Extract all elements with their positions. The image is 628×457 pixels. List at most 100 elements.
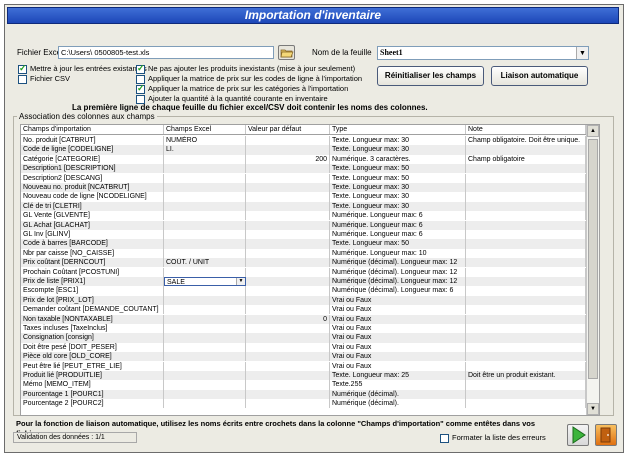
table-row[interactable]: Demander coûtant [DEMANDE_COUTANT] Vrai o…: [21, 305, 599, 315]
sheet-name-select[interactable]: Sheet1 ▼: [377, 46, 589, 60]
table-row[interactable]: Code de ligne [CODELIGNE] LI. Texte. Longu…: [21, 145, 599, 155]
header-excel-field[interactable]: Champs Excel: [164, 125, 246, 134]
excel-field-cell[interactable]: [164, 324, 246, 334]
excel-field-cell[interactable]: [164, 230, 246, 240]
default-value-cell[interactable]: [246, 389, 330, 399]
default-value-cell[interactable]: [246, 201, 330, 211]
default-value-cell[interactable]: [246, 173, 330, 183]
default-value-cell[interactable]: [246, 248, 330, 258]
table-row[interactable]: Nouveau no. produit [NCATBRUT] Texte. Lon…: [21, 183, 599, 193]
table-row[interactable]: GL Achat [GLACHAT] Numérique. Longueur ma…: [21, 220, 599, 230]
table-row[interactable]: Nbr par caisse [NO_CAISSE] Numérique. Lon…: [21, 248, 599, 258]
table-row[interactable]: Nouveau code de ligne [NCODELIGNE] Texte.…: [21, 192, 599, 202]
table-row[interactable]: Pièce old core [OLD_CORE] Vrai ou Faux: [21, 352, 599, 362]
run-import-button[interactable]: [567, 424, 589, 446]
excel-field-cell[interactable]: [164, 173, 246, 183]
default-value-cell[interactable]: [246, 305, 330, 315]
default-value-cell[interactable]: 200: [246, 154, 330, 164]
table-row[interactable]: Prix de lot [PRIX_LOT] Vrai ou Faux: [21, 295, 599, 305]
auto-link-button[interactable]: Liaison automatique: [491, 66, 588, 86]
table-row[interactable]: Mémo [MEMO_ITEM] Texte.255: [21, 380, 599, 390]
excel-field-cell[interactable]: [164, 164, 246, 174]
default-value-cell[interactable]: 0: [246, 314, 330, 324]
table-row[interactable]: Code à barres [BARCODE] Texte. Longueur m…: [21, 239, 599, 249]
default-value-cell[interactable]: [246, 399, 330, 409]
excel-field-cell[interactable]: [164, 389, 246, 399]
default-value-cell[interactable]: [246, 220, 330, 230]
excel-field-cell[interactable]: [164, 220, 246, 230]
default-value-cell[interactable]: [246, 342, 330, 352]
table-row[interactable]: Catégorie [CATEGORIE] 200 Numérique. 3 car…: [21, 154, 599, 164]
table-row[interactable]: GL Inv [GLINV] Numérique. Longueur max: 6: [21, 230, 599, 240]
excel-field-cell[interactable]: LI.: [164, 145, 246, 155]
table-row[interactable]: Description2 [DESCANG] Texte. Longueur ma…: [21, 173, 599, 183]
header-default-value[interactable]: Valeur par défaut: [246, 125, 330, 134]
table-row[interactable]: Produit lié [PRODUITLIE] Texte. Longueur …: [21, 371, 599, 381]
scroll-down-icon[interactable]: ▼: [587, 403, 599, 415]
column-mapping-grid[interactable]: Champs d'importation Champs Excel Valeur…: [20, 124, 600, 416]
excel-field-cell[interactable]: SALE ▼: [164, 277, 246, 286]
csv-file-checkbox[interactable]: [18, 75, 27, 84]
excel-field-cell[interactable]: [164, 248, 246, 258]
excel-file-path-input[interactable]: C:\Users\ 0500805-test.xls: [58, 46, 274, 59]
table-row[interactable]: Escompte [ESC1] Numérique (décimal). Long…: [21, 286, 599, 296]
default-value-cell[interactable]: [246, 136, 330, 146]
excel-field-cell[interactable]: [164, 361, 246, 371]
excel-field-cell[interactable]: [164, 314, 246, 324]
default-value-cell[interactable]: [246, 192, 330, 202]
table-row[interactable]: Prix coûtant [DERNCOUT] COÛT. / UNIT Numér…: [21, 258, 599, 268]
table-row[interactable]: Prochain Coûtant [PCOSTUNI] Numérique (dé…: [21, 267, 599, 277]
default-value-cell[interactable]: [246, 324, 330, 334]
grid-vertical-scrollbar[interactable]: ▲ ▼: [586, 125, 599, 415]
browse-button[interactable]: [278, 45, 295, 60]
default-value-cell[interactable]: [246, 267, 330, 277]
excel-field-cell[interactable]: [164, 305, 246, 315]
excel-field-cell[interactable]: [164, 211, 246, 221]
no-add-missing-checkbox[interactable]: [136, 63, 145, 74]
excel-field-cell[interactable]: [164, 267, 246, 277]
default-value-cell[interactable]: [246, 239, 330, 249]
default-value-cell[interactable]: [246, 258, 330, 268]
excel-field-cell[interactable]: [164, 192, 246, 202]
header-type[interactable]: Type: [330, 125, 466, 134]
table-row[interactable]: Description1 [DESCRIPTION] Texte. Longueu…: [21, 164, 599, 174]
default-value-cell[interactable]: [246, 295, 330, 305]
chevron-down-icon[interactable]: ▼: [236, 278, 245, 285]
default-value-cell[interactable]: [246, 371, 330, 381]
excel-field-cell[interactable]: [164, 154, 246, 164]
exit-button[interactable]: [595, 424, 617, 446]
excel-field-cell[interactable]: COÛT. / UNIT: [164, 258, 246, 268]
default-value-cell[interactable]: [246, 145, 330, 155]
excel-field-cell[interactable]: [164, 183, 246, 193]
header-note[interactable]: Note: [466, 125, 586, 134]
table-row[interactable]: Clé de tri [CLETRI] Texte. Longueur max: …: [21, 201, 599, 211]
table-row[interactable]: Consignation [consign] Vrai ou Faux: [21, 333, 599, 343]
excel-field-cell[interactable]: NUMÉRO: [164, 136, 246, 146]
excel-field-cell[interactable]: [164, 342, 246, 352]
default-value-cell[interactable]: [246, 352, 330, 362]
table-row[interactable]: Taxes incluses [TaxeInclus] Vrai ou Faux: [21, 324, 599, 334]
excel-field-cell[interactable]: [164, 380, 246, 390]
format-errors-checkbox[interactable]: [440, 434, 449, 443]
excel-field-cell[interactable]: [164, 286, 246, 296]
default-value-cell[interactable]: [246, 183, 330, 193]
excel-field-dropdown[interactable]: SALE ▼: [164, 277, 246, 286]
default-value-cell[interactable]: [246, 211, 330, 221]
table-row[interactable]: Pourcentage 2 [POURC2] Numérique (décimal…: [21, 399, 599, 409]
excel-field-cell[interactable]: [164, 239, 246, 249]
default-value-cell[interactable]: [246, 333, 330, 343]
excel-field-cell[interactable]: [164, 352, 246, 362]
excel-field-cell[interactable]: [164, 295, 246, 305]
scroll-up-icon[interactable]: ▲: [587, 125, 599, 137]
default-value-cell[interactable]: [246, 380, 330, 390]
table-row[interactable]: GL Vente [GLVENTE] Numérique. Longueur ma…: [21, 211, 599, 221]
default-value-cell[interactable]: [246, 164, 330, 174]
table-row[interactable]: Prix de liste [PRIX1] SALE ▼ Numérique (déc…: [21, 277, 599, 287]
reset-fields-button[interactable]: Réinitialiser les champs: [377, 66, 484, 86]
table-row[interactable]: Pourcentage 1 [POURC1] Numérique (décimal…: [21, 389, 599, 399]
table-row[interactable]: Doit être pesé [DOIT_PESER] Vrai ou Faux: [21, 342, 599, 352]
excel-field-cell[interactable]: [164, 201, 246, 211]
default-value-cell[interactable]: [246, 286, 330, 296]
excel-field-cell[interactable]: [164, 333, 246, 343]
excel-field-cell[interactable]: [164, 399, 246, 409]
